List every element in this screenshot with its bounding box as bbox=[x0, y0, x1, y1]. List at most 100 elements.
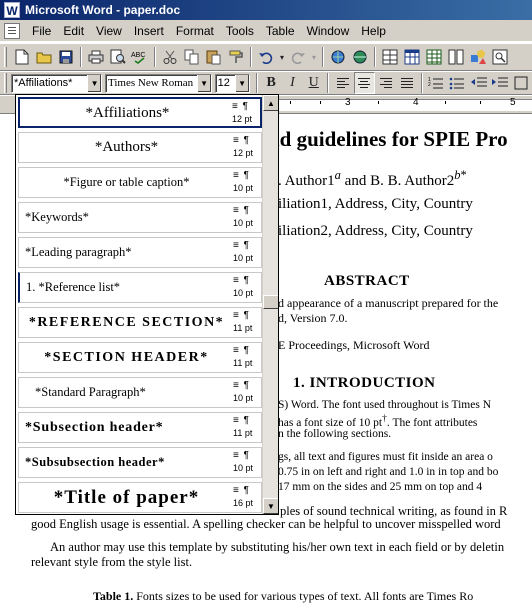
redo-icon[interactable] bbox=[287, 46, 309, 68]
redo-dropdown-icon[interactable]: ▾ bbox=[309, 46, 319, 68]
increase-indent-button[interactable] bbox=[489, 72, 510, 94]
style-item[interactable]: *Authors* ≡ ¶ 12 pt bbox=[18, 132, 262, 163]
style-item-meta: ≡ ¶ 11 pt bbox=[233, 345, 259, 372]
align-center-button[interactable] bbox=[353, 72, 375, 94]
document-icon[interactable] bbox=[4, 22, 20, 39]
style-item[interactable]: *Keywords* ≡ ¶ 10 pt bbox=[18, 202, 262, 233]
open-folder-icon[interactable] bbox=[33, 46, 55, 68]
scrollbar-thumb[interactable] bbox=[263, 295, 278, 309]
print-icon[interactable] bbox=[85, 46, 107, 68]
toolbar-grip[interactable] bbox=[4, 73, 7, 93]
font-select[interactable]: Times New Roman ▼ bbox=[105, 73, 212, 93]
insert-table-icon[interactable] bbox=[401, 46, 423, 68]
menu-tools[interactable]: Tools bbox=[220, 21, 260, 41]
web-toolbar-icon[interactable] bbox=[349, 46, 371, 68]
scroll-up-icon[interactable]: ▲ bbox=[263, 95, 278, 111]
style-item[interactable]: *Subsubsection header* ≡ ¶ 10 pt bbox=[18, 447, 262, 478]
toolbar-separator bbox=[80, 47, 82, 67]
underline-button[interactable]: U bbox=[303, 72, 324, 94]
paragraph-style-icon: ≡ ¶ bbox=[233, 345, 250, 356]
align-left-icon bbox=[337, 78, 350, 88]
format-painter-icon[interactable] bbox=[225, 46, 247, 68]
abstract-heading: ABSTRACT bbox=[324, 273, 410, 289]
bold-button[interactable]: B bbox=[261, 72, 282, 94]
paste-icon[interactable] bbox=[203, 46, 225, 68]
menu-format[interactable]: Format bbox=[170, 21, 220, 41]
style-item-size: 16 pt bbox=[233, 498, 254, 508]
decrease-indent-button[interactable] bbox=[468, 72, 489, 94]
ruler-number: 5 bbox=[510, 97, 516, 108]
style-item[interactable]: *Subsection header* ≡ ¶ 11 pt bbox=[18, 412, 262, 443]
scroll-down-icon[interactable]: ▼ bbox=[263, 498, 278, 514]
style-item-name: *Keywords* bbox=[25, 210, 89, 224]
insert-excel-icon[interactable] bbox=[423, 46, 445, 68]
style-item-size: 10 pt bbox=[233, 288, 254, 298]
style-dropdown-list[interactable]: *Affiliations* ≡ ¶ 12 pt *Authors* ≡ ¶ 12 pt *… bbox=[15, 94, 279, 515]
ruler-tick bbox=[378, 101, 379, 104]
style-item-size: 11 pt bbox=[233, 428, 253, 438]
chevron-down-icon[interactable]: ▼ bbox=[196, 74, 211, 92]
menu-file[interactable]: File bbox=[26, 21, 57, 41]
bullets-button[interactable] bbox=[447, 72, 468, 94]
copy-icon[interactable] bbox=[181, 46, 203, 68]
italic-button[interactable]: I bbox=[282, 72, 303, 94]
menu-edit[interactable]: Edit bbox=[57, 21, 90, 41]
paragraph-style-icon: ≡ ¶ bbox=[233, 415, 250, 426]
style-item[interactable]: *Figure or table caption* ≡ ¶ 10 pt bbox=[18, 167, 262, 198]
style-select[interactable]: *Affiliations* ▼ bbox=[10, 73, 103, 93]
document-map-icon[interactable] bbox=[489, 46, 511, 68]
print-preview-icon[interactable] bbox=[107, 46, 129, 68]
style-item[interactable]: *SECTION HEADER* ≡ ¶ 11 pt bbox=[18, 342, 262, 373]
toolbar-separator bbox=[322, 47, 324, 67]
new-document-icon[interactable] bbox=[11, 46, 33, 68]
style-item-meta: ≡ ¶ 10 pt bbox=[233, 205, 259, 232]
table-caption-label: Table 1. bbox=[93, 589, 134, 603]
menu-view[interactable]: View bbox=[90, 21, 128, 41]
body-line: An author may use this template by subst… bbox=[50, 540, 505, 554]
authors-line: . Author1a and B. B. Author2b* bbox=[278, 168, 467, 190]
intro-text: . The font attributes bbox=[386, 416, 478, 429]
ruler-text-area bbox=[262, 99, 532, 111]
style-item-meta: ≡ ¶ 12 pt bbox=[232, 101, 258, 128]
font-size-select[interactable]: 12 ▼ bbox=[214, 73, 250, 93]
style-item[interactable]: 1. *Reference list* ≡ ¶ 10 pt bbox=[18, 272, 262, 303]
cut-icon[interactable] bbox=[159, 46, 181, 68]
style-item[interactable]: *Leading paragraph* ≡ ¶ 10 pt bbox=[18, 237, 262, 268]
numbering-button[interactable]: 12 bbox=[426, 72, 447, 94]
drawing-icon[interactable] bbox=[467, 46, 489, 68]
toolbar-grip[interactable] bbox=[4, 47, 7, 67]
spelling-check-icon[interactable]: ABC bbox=[129, 46, 151, 68]
justify-button[interactable] bbox=[396, 72, 417, 94]
menu-table[interactable]: Table bbox=[260, 21, 301, 41]
style-list-scrollbar[interactable]: ▲ ▼ bbox=[262, 95, 278, 514]
style-item-meta: ≡ ¶ 10 pt bbox=[233, 380, 259, 407]
author-text: and B. B. Author2 bbox=[340, 173, 455, 189]
style-item[interactable]: *Affiliations* ≡ ¶ 12 pt bbox=[18, 97, 262, 128]
menu-insert[interactable]: Insert bbox=[128, 21, 170, 41]
menu-help[interactable]: Help bbox=[355, 21, 392, 41]
style-item[interactable]: *REFERENCE SECTION* ≡ ¶ 11 pt bbox=[18, 307, 262, 338]
tables-borders-icon[interactable] bbox=[379, 46, 401, 68]
ruler-tick bbox=[445, 101, 446, 104]
columns-icon[interactable] bbox=[445, 46, 467, 68]
style-item-size: 12 pt bbox=[232, 114, 253, 124]
undo-icon[interactable] bbox=[255, 46, 277, 68]
menu-window[interactable]: Window bbox=[301, 21, 356, 41]
chevron-down-icon[interactable]: ▼ bbox=[87, 74, 102, 92]
outside-border-button[interactable] bbox=[511, 72, 532, 94]
align-right-button[interactable] bbox=[375, 72, 396, 94]
style-item[interactable]: *Title of paper* ≡ ¶ 16 pt bbox=[18, 482, 262, 513]
keywords-line: E Proceedings, Microsoft Word bbox=[278, 338, 430, 352]
save-icon[interactable] bbox=[55, 46, 77, 68]
title-bar: W Microsoft Word - paper.doc bbox=[0, 0, 532, 20]
style-item-name: *Leading paragraph* bbox=[25, 245, 132, 259]
chevron-down-icon[interactable]: ▼ bbox=[234, 74, 249, 92]
insert-hyperlink-icon[interactable] bbox=[327, 46, 349, 68]
body-line: 17 mm on the sides and 25 mm on top and … bbox=[278, 481, 483, 493]
toolbar-separator bbox=[374, 47, 376, 67]
undo-dropdown-icon[interactable]: ▾ bbox=[277, 46, 287, 68]
align-left-button[interactable] bbox=[332, 72, 353, 94]
formatting-toolbar: *Affiliations* ▼ Times New Roman ▼ 12 ▼ … bbox=[0, 71, 532, 95]
style-item[interactable]: *Standard Paragraph* ≡ ¶ 10 pt bbox=[18, 377, 262, 408]
paragraph-style-icon: ≡ ¶ bbox=[232, 101, 249, 112]
